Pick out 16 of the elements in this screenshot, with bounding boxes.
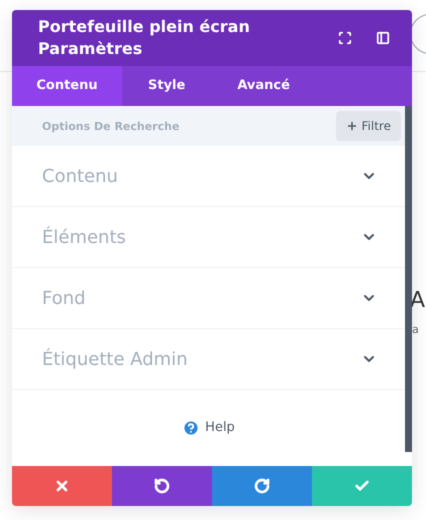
redo-icon — [254, 478, 270, 494]
panel-icon[interactable] — [376, 31, 390, 45]
search-field[interactable]: Options De Recherche — [12, 106, 336, 146]
close-icon — [54, 478, 70, 494]
plus-icon — [346, 120, 358, 132]
window-title: Portefeuille plein écran — [38, 16, 251, 38]
page-text: a — [412, 322, 419, 338]
redo-button[interactable] — [212, 466, 312, 506]
filter-button[interactable]: Filtre — [336, 111, 401, 141]
undo-button[interactable] — [112, 466, 212, 506]
tab[interactable]: Contenu — [12, 66, 122, 106]
help-icon — [182, 419, 200, 437]
fullscreen-icon[interactable] — [338, 31, 352, 45]
undo-icon — [154, 478, 170, 494]
help-link[interactable]: Help — [182, 418, 235, 438]
window-title: Paramètres — [38, 38, 144, 60]
